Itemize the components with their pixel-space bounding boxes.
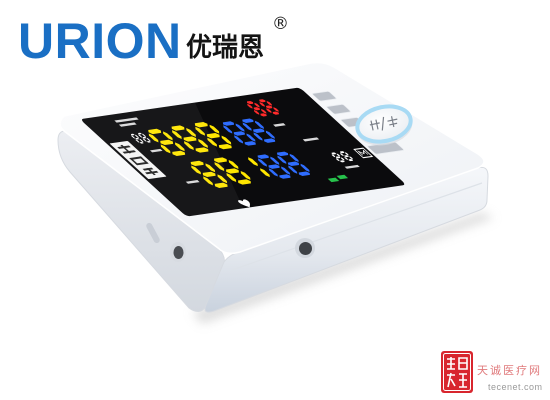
watermark-site-name: 天诚医疗网 (477, 364, 542, 377)
air-tube-port (170, 242, 186, 262)
power-jack (295, 238, 315, 258)
watermark-site-url: tecenet.com (488, 382, 543, 392)
watermark-seal (441, 351, 473, 393)
blood-pressure-monitor (57, 61, 494, 324)
seal-background (441, 351, 473, 393)
